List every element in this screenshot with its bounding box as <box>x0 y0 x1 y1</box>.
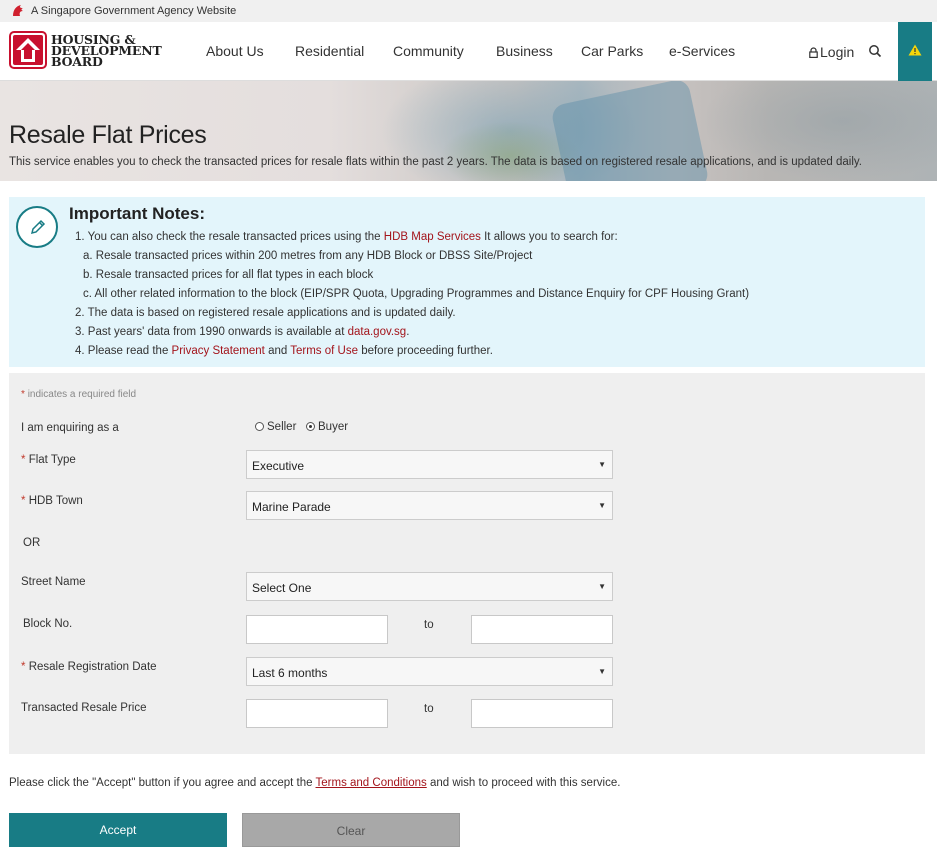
block-to-input[interactable] <box>471 615 613 644</box>
hdb-map-services-link[interactable]: HDB Map Services <box>384 231 481 243</box>
hero-banner: Resale Flat Prices This service enables … <box>0 81 937 181</box>
price-label: Transacted Resale Price <box>21 702 147 714</box>
dropdown-caret-icon: ▼ <box>598 460 606 469</box>
note-text: 4. Please read the <box>75 345 172 357</box>
seller-label: Seller <box>267 421 297 433</box>
hdb-town-select[interactable]: Marine Parade ▼ <box>246 491 613 520</box>
nav-community[interactable]: Community <box>393 43 464 59</box>
radio-checked-icon <box>306 422 315 431</box>
hdb-town-value: Marine Parade <box>252 500 331 514</box>
note-item-1a: a. Resale transacted prices within 200 m… <box>83 250 533 262</box>
note-item-3: 3. Past years' data from 1990 onwards is… <box>75 326 409 338</box>
search-icon[interactable] <box>868 44 882 58</box>
reg-date-select[interactable]: Last 6 months ▼ <box>246 657 613 686</box>
note-text: 1. You can also check the resale transac… <box>75 231 384 243</box>
pencil-icon-badge <box>16 206 58 248</box>
page-description: This service enables you to check the tr… <box>9 156 862 168</box>
alert-button[interactable] <box>898 22 932 81</box>
block-from-input[interactable] <box>246 615 388 644</box>
site-header: HOUSING & DEVELOPMENT BOARD About Us Res… <box>0 22 937 81</box>
street-name-value: Select One <box>252 581 312 595</box>
note-item-1b: b. Resale transacted prices for all flat… <box>83 269 374 281</box>
nav-about-us[interactable]: About Us <box>206 43 264 59</box>
reg-date-label-text: Resale Registration Date <box>28 661 157 673</box>
note-item-2: 2. The data is based on registered resal… <box>75 307 456 319</box>
hdb-logo[interactable] <box>9 31 47 69</box>
price-to-input[interactable] <box>471 699 613 728</box>
required-note-text: indicates a required field <box>27 389 137 400</box>
buyer-label: Buyer <box>318 421 349 433</box>
price-from-input[interactable] <box>246 699 388 728</box>
block-no-label: Block No. <box>23 618 73 630</box>
price-to-label: to <box>424 703 434 715</box>
note-item-1c: c. All other related information to the … <box>83 288 750 300</box>
note-item-1: 1. You can also check the resale transac… <box>75 231 618 243</box>
nav-car-parks[interactable]: Car Parks <box>581 43 643 59</box>
street-name-label: Street Name <box>21 576 86 588</box>
hdb-town-label: * HDB Town <box>21 495 83 507</box>
nav-residential[interactable]: Residential <box>295 43 364 59</box>
radio-unchecked-icon <box>255 422 264 431</box>
login-label: Login <box>820 44 855 60</box>
terms-notice: Please click the "Accept" button if you … <box>9 777 620 789</box>
privacy-statement-link[interactable]: Privacy Statement <box>172 345 265 357</box>
login-link[interactable]: Login <box>809 44 854 60</box>
terms-notice-text: Please click the "Accept" button if you … <box>9 777 316 789</box>
page-title: Resale Flat Prices <box>9 121 207 149</box>
terms-notice-text: and wish to proceed with this service. <box>426 777 621 789</box>
block-to-label: to <box>424 619 434 631</box>
flat-type-value: Executive <box>252 459 305 473</box>
flat-type-label: * Flat Type <box>21 454 76 466</box>
gov-banner-text: A Singapore Government Agency Website <box>31 5 237 17</box>
logo-text[interactable]: HOUSING & DEVELOPMENT BOARD <box>51 33 162 68</box>
enquiring-label: I am enquiring as a <box>21 422 119 434</box>
note-text: before proceeding further. <box>358 345 493 357</box>
hdb-town-label-text: HDB Town <box>28 495 83 507</box>
reg-date-value: Last 6 months <box>252 666 328 680</box>
nav-business[interactable]: Business <box>496 43 553 59</box>
search-form: * indicates a required field I am enquir… <box>9 373 925 754</box>
note-text: 3. Past years' data from 1990 onwards is… <box>75 326 348 338</box>
terms-and-conditions-link[interactable]: Terms and Conditions <box>316 777 427 789</box>
dropdown-caret-icon: ▼ <box>598 667 606 676</box>
flat-type-label-text: Flat Type <box>28 454 76 466</box>
note-item-4: 4. Please read the Privacy Statement and… <box>75 345 493 357</box>
required-note: * indicates a required field <box>21 389 137 400</box>
role-radio-group: Seller Buyer <box>255 421 348 433</box>
buyer-radio[interactable]: Buyer <box>306 421 348 433</box>
lion-head-icon <box>13 5 23 16</box>
clear-button[interactable]: Clear <box>242 813 460 847</box>
data-gov-link[interactable]: data.gov.sg <box>348 326 407 338</box>
dropdown-caret-icon: ▼ <box>598 582 606 591</box>
pencil-icon <box>30 219 46 235</box>
accept-button[interactable]: Accept <box>9 813 227 847</box>
dropdown-caret-icon: ▼ <box>598 501 606 510</box>
flat-type-select[interactable]: Executive ▼ <box>246 450 613 479</box>
lock-icon <box>809 47 818 59</box>
note-text: and <box>264 345 291 357</box>
terms-of-use-link[interactable]: Terms of Use <box>290 345 358 357</box>
or-label: OR <box>23 537 41 549</box>
nav-e-services[interactable]: e-Services <box>669 43 735 59</box>
seller-radio[interactable]: Seller <box>255 421 296 433</box>
warning-icon <box>908 44 922 56</box>
gov-banner: A Singapore Government Agency Website <box>0 0 937 22</box>
important-notes: Important Notes: 1. You can also check t… <box>9 197 925 367</box>
note-text: It allows you to search for: <box>480 231 618 243</box>
note-text: . <box>406 326 410 338</box>
street-name-select[interactable]: Select One ▼ <box>246 572 613 601</box>
notes-title: Important Notes: <box>69 204 205 223</box>
reg-date-label: * Resale Registration Date <box>21 661 157 673</box>
